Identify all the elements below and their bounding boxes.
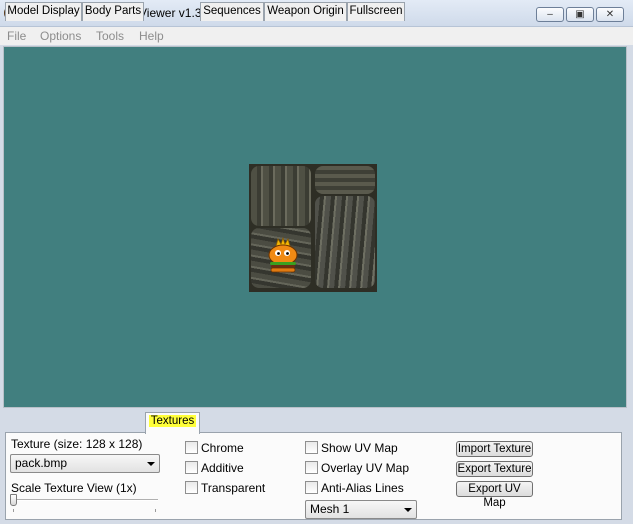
- chevron-down-icon: [147, 462, 155, 466]
- menu-tools[interactable]: Tools: [96, 29, 124, 43]
- close-button[interactable]: ✕: [596, 7, 624, 22]
- texture-select[interactable]: pack.bmp: [10, 454, 160, 473]
- menu-bar: File Options Tools Help: [0, 27, 633, 45]
- additive-label: Additive: [201, 461, 244, 475]
- tab-label: Fullscreen: [349, 5, 403, 17]
- mesh-select-value: Mesh 1: [310, 502, 350, 516]
- texture-size-label: Texture (size: 128 x 128): [11, 437, 143, 451]
- overlay-uv-map-checkbox[interactable]: [305, 461, 318, 474]
- tab-sequences[interactable]: Sequences: [200, 2, 264, 21]
- maximize-icon: ▣: [575, 9, 585, 20]
- scale-slider-track[interactable]: [12, 499, 158, 501]
- chevron-down-icon: [404, 508, 412, 512]
- anti-alias-lines-label: Anti-Alias Lines: [321, 481, 404, 495]
- show-uv-map-checkbox[interactable]: [305, 441, 318, 454]
- chrome-checkbox[interactable]: [185, 441, 198, 454]
- tab-label: Body Parts: [84, 5, 142, 17]
- transparent-checkbox[interactable]: [185, 481, 198, 494]
- texture-select-value: pack.bmp: [15, 456, 68, 470]
- burger-mascot-icon: [268, 236, 298, 273]
- tab-fullscreen[interactable]: Fullscreen: [347, 2, 405, 21]
- scale-slider-thumb[interactable]: [10, 494, 17, 506]
- anti-alias-lines-checkbox[interactable]: [305, 481, 318, 494]
- menu-help[interactable]: Help: [139, 29, 164, 43]
- tab-label: Model Display: [7, 5, 80, 17]
- texture-region: [315, 166, 375, 194]
- export-texture-button[interactable]: Export Texture: [456, 461, 533, 477]
- export-uv-map-button[interactable]: Export UV Map: [456, 481, 533, 509]
- scale-texture-label: Scale Texture View (1x): [11, 481, 137, 495]
- tab-weapon-origin[interactable]: Weapon Origin: [264, 2, 347, 21]
- window-frame-right: [627, 45, 633, 524]
- additive-checkbox[interactable]: [185, 461, 198, 474]
- minimize-icon: ‒: [547, 9, 553, 20]
- slider-tick: [13, 509, 14, 512]
- tab-label: Sequences: [203, 5, 261, 17]
- menu-options[interactable]: Options: [40, 29, 81, 43]
- texture-preview: [249, 164, 377, 292]
- texture-region: [315, 196, 375, 288]
- tab-model-display[interactable]: Model Display: [5, 2, 82, 21]
- tab-body-parts[interactable]: Body Parts: [82, 2, 144, 21]
- transparent-label: Transparent: [201, 481, 266, 495]
- minimize-button[interactable]: ‒: [536, 7, 564, 22]
- tab-textures[interactable]: Textures: [145, 412, 200, 434]
- tab-label: Textures: [148, 415, 197, 427]
- overlay-uv-map-label: Overlay UV Map: [321, 461, 410, 475]
- tab-label: Weapon Origin: [267, 5, 344, 17]
- menu-file[interactable]: File: [7, 29, 26, 43]
- close-icon: ✕: [605, 9, 615, 20]
- mesh-select[interactable]: Mesh 1: [305, 500, 417, 519]
- slider-tick: [155, 509, 156, 512]
- texture-region: [251, 166, 311, 226]
- chrome-label: Chrome: [201, 441, 244, 455]
- maximize-button[interactable]: ▣: [566, 7, 594, 22]
- show-uv-map-label: Show UV Map: [321, 441, 398, 455]
- import-texture-button[interactable]: Import Texture: [456, 441, 533, 457]
